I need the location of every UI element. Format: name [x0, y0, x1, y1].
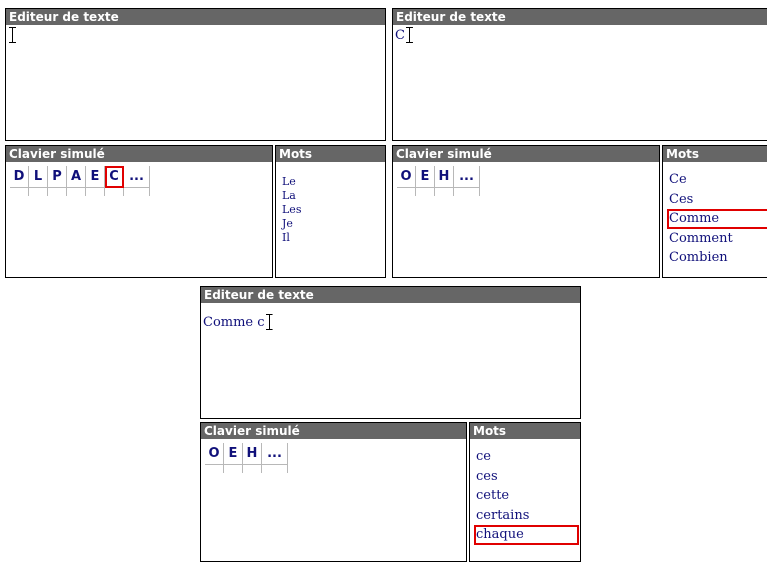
key-e[interactable]: E [224, 443, 243, 465]
keyboard-panel-3: Clavier simulé O E H ... [200, 422, 467, 562]
word-suggestion[interactable]: Comment [667, 229, 767, 249]
key-grid [10, 188, 150, 196]
editor-panel-2: Editeur de texte C [392, 8, 767, 141]
word-suggestion[interactable]: ces [474, 467, 579, 487]
key-p[interactable]: P [48, 166, 67, 188]
word-suggestion[interactable]: La [280, 189, 384, 203]
word-suggestion[interactable]: certains [474, 506, 579, 526]
key-c[interactable]: C [105, 166, 124, 188]
key-row: D L P A E C ... [10, 166, 150, 188]
key-e[interactable]: E [86, 166, 105, 188]
key-d[interactable]: D [10, 166, 29, 188]
editor-panel-1: Editeur de texte [5, 8, 386, 141]
text-cursor-icon [406, 27, 413, 43]
editor-title: Editeur de texte [201, 287, 580, 303]
word-suggestion-selected[interactable]: chaque [474, 525, 579, 545]
key-grid [205, 465, 288, 473]
words-list: Ce Ces Comme Comment Combien [664, 163, 767, 276]
words-title: Mots [470, 423, 580, 439]
editor-text-area[interactable]: Comme c [202, 304, 579, 417]
editor-text: C [395, 28, 405, 43]
key-o[interactable]: O [397, 166, 416, 188]
keyboard-title: Clavier simulé [201, 423, 466, 439]
word-suggestion-selected[interactable]: Comme [667, 209, 767, 229]
editor-title: Editeur de texte [393, 9, 767, 25]
key-o[interactable]: O [205, 443, 224, 465]
text-cursor-icon [9, 27, 16, 43]
key-grid [397, 188, 480, 196]
keyboard-panel-2: Clavier simulé O E H ... [392, 145, 660, 278]
word-suggestion[interactable]: ce [474, 447, 579, 467]
editor-panel-3: Editeur de texte Comme c [200, 286, 581, 419]
editor-text-area[interactable] [7, 26, 384, 139]
words-panel-3: Mots ce ces cette certains chaque [469, 422, 581, 562]
word-suggestion[interactable]: Ce [667, 170, 767, 190]
word-suggestion[interactable]: Il [280, 231, 384, 245]
keyboard-area: O E H ... [394, 163, 658, 276]
keyboard-title: Clavier simulé [6, 146, 272, 162]
key-more[interactable]: ... [454, 166, 480, 188]
keyboard-area: O E H ... [202, 440, 465, 560]
words-list: Le La Les Je Il [277, 163, 384, 276]
words-title: Mots [663, 146, 767, 162]
word-suggestion[interactable]: Ces [667, 190, 767, 210]
key-more[interactable]: ... [262, 443, 288, 465]
word-suggestion[interactable]: Je [280, 217, 384, 231]
words-title: Mots [276, 146, 385, 162]
keyboard-area: D L P A E C ... [7, 163, 271, 276]
key-row: O E H ... [205, 443, 288, 465]
key-e[interactable]: E [416, 166, 435, 188]
word-suggestion[interactable]: cette [474, 486, 579, 506]
editor-text-area[interactable]: C [394, 26, 767, 139]
key-l[interactable]: L [29, 166, 48, 188]
editor-title: Editeur de texte [6, 9, 385, 25]
key-row: O E H ... [397, 166, 480, 188]
key-h[interactable]: H [435, 166, 454, 188]
key-more[interactable]: ... [124, 166, 150, 188]
words-list: ce ces cette certains chaque [471, 440, 579, 560]
key-h[interactable]: H [243, 443, 262, 465]
words-panel-1: Mots Le La Les Je Il [275, 145, 386, 278]
editor-text: Comme c [203, 315, 265, 330]
word-suggestion[interactable]: Le [280, 175, 384, 189]
word-suggestion[interactable]: Les [280, 203, 384, 217]
keyboard-title: Clavier simulé [393, 146, 659, 162]
key-a[interactable]: A [67, 166, 86, 188]
keyboard-panel-1: Clavier simulé D L P A E C ... [5, 145, 273, 278]
words-panel-2: Mots Ce Ces Comme Comment Combien [662, 145, 767, 278]
word-suggestion[interactable]: Combien [667, 248, 767, 268]
text-cursor-icon [266, 314, 273, 330]
